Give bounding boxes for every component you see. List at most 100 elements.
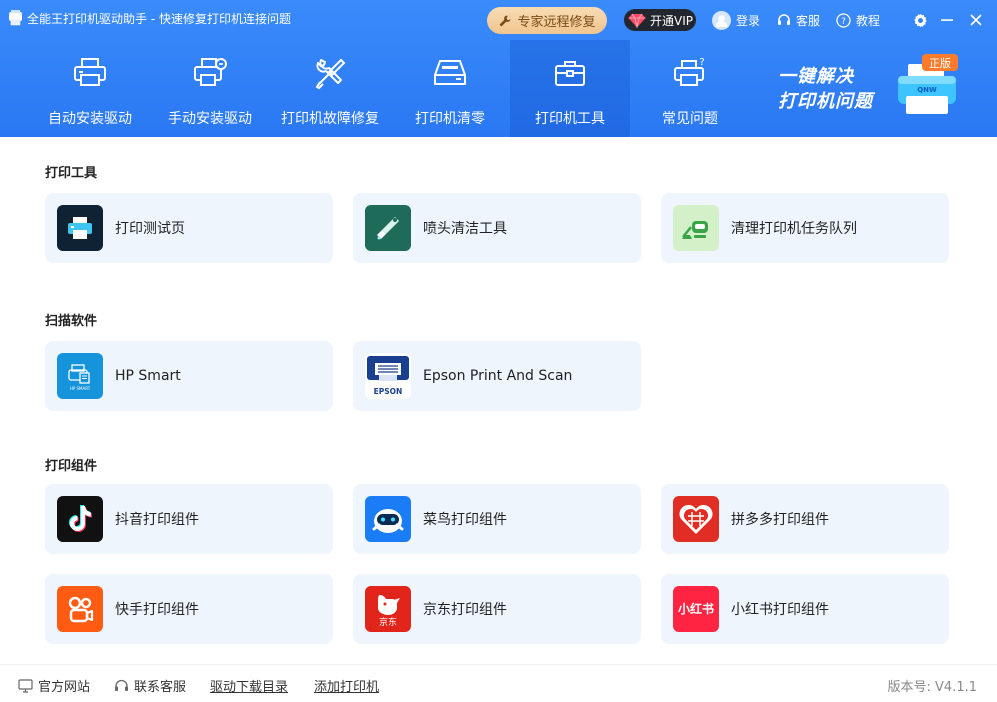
section-title-print-tools: 打印工具 [45, 166, 98, 181]
version-text: 版本号: V4.1.1 [887, 680, 977, 695]
tab-label: 自动安装驱动 [48, 111, 132, 127]
main-nav: 自动安装驱动 手动安装驱动 打印机故障修复 打印机清零 打印机工具 ? 常见问题 [30, 40, 750, 137]
contact-service-link[interactable]: 联系客服 [114, 676, 186, 695]
tool-card-clear-queue[interactable]: 清理打印机任务队列 [661, 193, 949, 263]
plugin-card-douyin[interactable]: 抖音打印组件 [45, 484, 333, 554]
tool-label: 菜鸟打印组件 [423, 512, 507, 528]
tab-auto-install-driver[interactable]: 自动安装驱动 [30, 40, 150, 137]
hp-smart-icon: HP SMART [57, 353, 103, 399]
tab-label: 打印机清零 [415, 111, 485, 127]
kuaishou-icon [57, 586, 103, 632]
epson-icon-text: EPSON [374, 387, 403, 396]
tool-label: 抖音打印组件 [115, 512, 199, 528]
tab-printer-fault-repair[interactable]: 打印机故障修复 [270, 40, 390, 137]
tool-card-hp-smart[interactable]: HP SMART HP Smart [45, 341, 333, 411]
minimize-button[interactable] [937, 10, 957, 30]
headset-icon [115, 679, 128, 691]
tool-label: HP Smart [115, 368, 181, 384]
plugin-card-kuaishou[interactable]: 快手打印组件 [45, 574, 333, 644]
printer-question-icon: ? [674, 57, 705, 86]
header: 全能王打印机驱动助手 - 快速修复打印机连接问题 专家远程修复 开通VIP 登录 [0, 0, 997, 137]
tab-faq[interactable]: ? 常见问题 [630, 40, 750, 137]
genuine-badge: 正版 [922, 54, 958, 71]
vip-button[interactable]: 开通VIP [624, 9, 696, 31]
tool-label: 打印测试页 [115, 221, 185, 237]
cainiao-icon [365, 496, 411, 542]
banner-line-2: 打印机问题 [778, 91, 873, 112]
section-title-scan-software: 扫描软件 [45, 314, 98, 329]
app-title: 全能王打印机驱动助手 - 快速修复打印机连接问题 [27, 12, 291, 26]
login-link[interactable]: 登录 [712, 10, 760, 30]
jd-icon: 京东 [365, 586, 411, 632]
add-printer-link[interactable]: 添加打印机 [314, 676, 379, 695]
plugin-card-cainiao[interactable]: 菜鸟打印组件 [353, 484, 641, 554]
printer-icon [74, 58, 106, 86]
toolbox-icon [555, 61, 585, 86]
pinduoduo-icon [673, 496, 719, 542]
headset-icon [778, 14, 790, 25]
tab-label: 手动安装驱动 [168, 111, 252, 127]
plugin-card-pinduoduo[interactable]: 拼多多打印组件 [661, 484, 949, 554]
xiaohongshu-icon-text: 小红书 [678, 601, 714, 616]
tool-label: 拼多多打印组件 [731, 512, 829, 528]
footer: 官方网站 联系客服 驱动下载目录 添加打印机 版本号: V4.1.1 [0, 664, 997, 702]
close-icon [970, 14, 982, 26]
tab-manual-install-driver[interactable]: 手动安装驱动 [150, 40, 270, 137]
tool-card-print-test-page[interactable]: 打印测试页 [45, 193, 333, 263]
plugin-card-jd[interactable]: 京东 京东打印组件 [353, 574, 641, 644]
close-button[interactable] [966, 10, 986, 30]
question-circle-icon: ? [836, 12, 851, 28]
wrench-icon [499, 15, 511, 26]
svg-text:?: ? [699, 57, 704, 68]
svg-text:?: ? [841, 17, 846, 27]
service-label: 客服 [796, 13, 821, 28]
service-link[interactable]: 客服 [777, 10, 820, 30]
tool-label: 快手打印组件 [115, 602, 199, 618]
official-site-label: 官方网站 [38, 680, 91, 695]
tutorial-link[interactable]: ? 教程 [836, 10, 880, 30]
tool-card-nozzle-clean[interactable]: 喷头清洁工具 [353, 193, 641, 263]
expert-remote-repair-button[interactable]: 专家远程修复 [487, 7, 607, 34]
gear-icon [913, 13, 927, 27]
tab-label: 常见问题 [662, 111, 718, 127]
tool-label: 京东打印组件 [423, 602, 507, 618]
banner-text: 一键解决 打印机问题 [778, 64, 873, 114]
xiaohongshu-icon: 小红书 [673, 586, 719, 632]
tab-label: 打印机故障修复 [281, 111, 379, 127]
login-label: 登录 [736, 13, 761, 28]
driver-catalog-label: 驱动下载目录 [210, 680, 289, 695]
tool-card-epson-print-scan[interactable]: EPSON Epson Print And Scan [353, 341, 641, 411]
tutorial-label: 教程 [856, 13, 881, 28]
monitor-icon [18, 678, 33, 693]
add-printer-label: 添加打印机 [314, 680, 380, 695]
vip-label: 开通VIP [650, 13, 693, 28]
tool-label: 清理打印机任务队列 [731, 221, 857, 237]
printer-hand-icon [194, 58, 227, 86]
diamond-icon [628, 13, 646, 28]
banner-line-1: 一键解决 [778, 66, 854, 87]
title-bar: 全能王打印机驱动助手 - 快速修复打印机连接问题 专家远程修复 开通VIP 登录 [0, 0, 997, 40]
svg-text:QNW: QNW [917, 86, 937, 94]
epson-icon: EPSON [365, 353, 411, 399]
tray-icon [434, 60, 466, 85]
tool-label: 喷头清洁工具 [423, 221, 507, 237]
hp-smart-icon-text: HP SMART [70, 386, 91, 391]
minimize-icon [941, 19, 953, 21]
driver-catalog-link[interactable]: 驱动下载目录 [210, 676, 288, 695]
official-site-link[interactable]: 官方网站 [18, 676, 90, 695]
app-logo-icon [9, 10, 22, 26]
jd-icon-text: 京东 [379, 616, 397, 628]
contact-service-label: 联系客服 [134, 680, 187, 695]
settings-button[interactable] [910, 10, 930, 30]
tool-label: 小红书打印组件 [731, 602, 829, 618]
clear-queue-icon [673, 205, 719, 251]
nozzle-clean-icon [365, 205, 411, 251]
section-title-print-plugins: 打印组件 [45, 459, 98, 474]
tab-printer-reset[interactable]: 打印机清零 [390, 40, 510, 137]
wrench-screwdriver-icon [315, 58, 346, 90]
tool-label: Epson Print And Scan [423, 368, 573, 384]
tab-printer-tools[interactable]: 打印机工具 [510, 40, 630, 137]
tab-label: 打印机工具 [535, 111, 605, 127]
plugin-card-xiaohongshu[interactable]: 小红书 小红书打印组件 [661, 574, 949, 644]
douyin-icon [57, 496, 103, 542]
